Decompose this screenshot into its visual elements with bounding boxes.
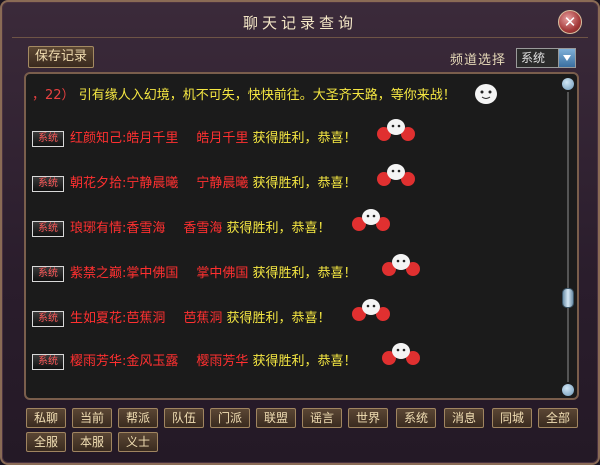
chat-log-panel: ，22） 引有缘人入幻境，机不可失，快快前往。大圣齐天路，等你来战！ 系统 红颜知… [24,72,579,400]
close-button[interactable]: ✕ [558,10,582,34]
system-channel-tag: 系统 [32,130,64,147]
message-prefix: ，22） [32,88,75,103]
player-name[interactable]: 皓月千里 [196,131,248,146]
scroll-track[interactable] [567,92,569,382]
channel-button-current[interactable]: 当前 [72,408,112,428]
channel-selected-value: 系统 [521,51,546,65]
channel-button-rumor[interactable]: 谣言 [302,408,342,428]
chat-message: 系统 紫禁之巅:掌中佛国 掌中佛国 获得胜利，恭喜！ [32,262,357,286]
channel-button-system[interactable]: 系统 [396,408,436,428]
system-channel-tag: 系统 [32,175,64,192]
player-name[interactable]: 朝花夕拾:宁静晨曦 [70,176,178,191]
system-channel-tag: 系统 [32,353,64,370]
message-text: 获得胜利，恭喜！ [252,176,357,191]
player-name[interactable]: 生如夏花:芭蕉洞 [70,311,165,326]
cheer-emote-icon [382,343,420,365]
channel-button-alliance[interactable]: 联盟 [256,408,296,428]
message-text: 获得胜利，恭喜！ [252,266,357,281]
chat-message: ，22） 引有缘人入幻境，机不可失，快快前往。大圣齐天路，等你来战！ [32,84,456,108]
channel-button-sect[interactable]: 门派 [210,408,250,428]
player-name[interactable]: 樱雨芳华:金风玉露 [70,354,178,369]
player-name[interactable]: 紫禁之巅:掌中佛国 [70,266,178,281]
system-channel-tag: 系统 [32,310,64,327]
channel-select-label: 频道选择 [450,53,507,68]
system-channel-tag: 系统 [32,220,64,237]
cheer-emote-icon [352,209,390,231]
channel-dropdown[interactable]: 系统 [516,48,576,68]
message-text: 引有缘人入幻境，机不可失，快快前往。大圣齐天路，等你来战！ [78,88,456,103]
channel-button-team[interactable]: 队伍 [164,408,204,428]
channel-button-guild[interactable]: 帮派 [118,408,158,428]
player-name[interactable]: 红颜知己:皓月千里 [70,131,178,146]
scroll-thumb[interactable] [562,288,574,308]
scroll-up-button[interactable] [562,78,574,90]
chevron-down-icon[interactable] [558,49,575,67]
chat-message: 系统 生如夏花:芭蕉洞 芭蕉洞 获得胜利，恭喜！ [32,307,331,331]
channel-button-all[interactable]: 全部 [538,408,578,428]
player-name[interactable]: 芭蕉洞 [183,311,222,326]
message-text: 获得胜利，恭喜！ [252,131,357,146]
cheer-emote-icon [377,164,415,186]
chat-message: 系统 樱雨芳华:金风玉露 樱雨芳华 获得胜利，恭喜！ [32,350,357,374]
message-text: 获得胜利，恭喜！ [226,221,331,236]
chat-history-window: 聊天记录查询 ✕ 保存记录 频道选择 系统 ，22） 引有缘人入幻境，机不可失，… [0,0,600,465]
channel-button-private[interactable]: 私聊 [26,408,66,428]
chat-message: 系统 琅琊有情:香雪海 香雪海 获得胜利，恭喜！ [32,217,331,241]
cheer-emote-icon [377,119,415,141]
cheer-emote-icon [475,84,497,104]
channel-button-warrior[interactable]: 义士 [118,432,158,452]
player-name[interactable]: 掌中佛国 [196,266,248,281]
chat-message: 系统 朝花夕拾:宁静晨曦 宁静晨曦 获得胜利，恭喜！ [32,172,357,196]
player-name[interactable]: 香雪海 [183,221,222,236]
window-title: 聊天记录查询 [242,14,357,32]
chat-scrollbar[interactable] [562,78,574,396]
message-text: 获得胜利，恭喜！ [226,311,331,326]
system-channel-tag: 系统 [32,265,64,282]
player-name[interactable]: 琅琊有情:香雪海 [70,221,165,236]
channel-button-this-server[interactable]: 本服 [72,432,112,452]
channel-button-city[interactable]: 同城 [492,408,532,428]
cheer-emote-icon [382,254,420,276]
channel-button-world[interactable]: 世界 [348,408,388,428]
channel-button-all-server[interactable]: 全服 [26,432,66,452]
player-name[interactable]: 宁静晨曦 [196,176,248,191]
message-text: 获得胜利，恭喜！ [252,354,357,369]
scroll-down-button[interactable] [562,384,574,396]
player-name[interactable]: 樱雨芳华 [196,354,248,369]
close-icon: ✕ [563,13,577,31]
chat-message: 系统 红颜知己:皓月千里 皓月千里 获得胜利，恭喜！ [32,127,357,151]
cheer-emote-icon [352,299,390,321]
save-record-button[interactable]: 保存记录 [28,46,94,68]
title-bar: 聊天记录查询 ✕ [12,6,588,38]
channel-button-message[interactable]: 消息 [444,408,484,428]
